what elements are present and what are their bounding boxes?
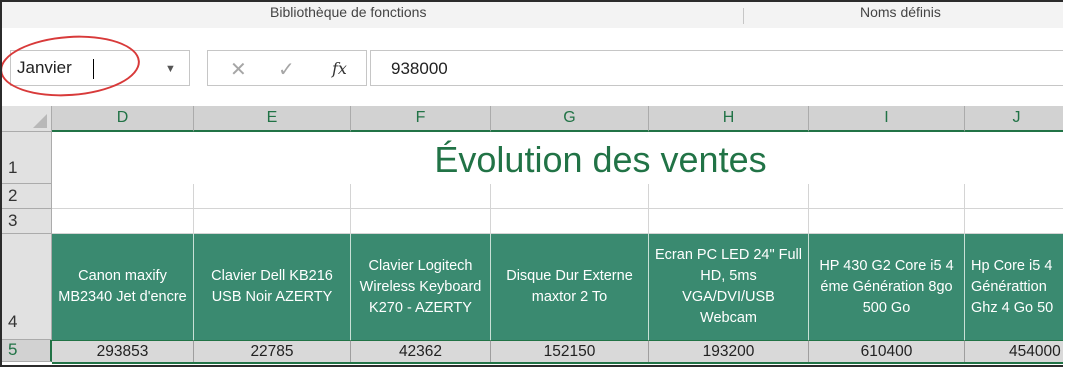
check-icon[interactable]: ✓ (278, 57, 295, 82)
header-cell-d4[interactable]: Canon maxify MB2340 Jet d'encre (52, 234, 194, 340)
value-cell-e5[interactable]: 22785 (194, 340, 351, 362)
header-label: HP 430 G2 Core i5 4 éme Génération 8go 5… (819, 257, 954, 316)
cell-i3[interactable] (809, 209, 965, 234)
column-header-g[interactable]: G (491, 106, 649, 132)
defined-names-group-label[interactable]: Noms définis (860, 4, 941, 20)
select-all-icon (33, 114, 47, 128)
header-cell-f4[interactable]: Clavier Logitech Wireless Keyboard K270 … (351, 234, 491, 340)
header-cell-e4[interactable]: Clavier Dell KB216 USB Noir AZERTY (194, 234, 351, 340)
header-cell-i4[interactable]: HP 430 G2 Core i5 4 éme Génération 8go 5… (809, 234, 965, 340)
column-header-h[interactable]: H (649, 106, 809, 132)
header-cell-h4[interactable]: Ecran PC LED 24" Full HD, 5ms VGA/DVI/US… (649, 234, 809, 340)
value-cell-i5[interactable]: 610400 (809, 340, 965, 362)
chevron-down-icon[interactable]: ▼ (165, 63, 176, 75)
cell-i2[interactable] (809, 184, 965, 209)
excel-window: Bibliothèque de fonctions Noms définis J… (0, 0, 1063, 367)
header-label: Ecran PC LED 24" Full HD, 5ms VGA/DVI/US… (655, 247, 802, 326)
select-all-corner[interactable] (2, 106, 52, 132)
name-box-value[interactable]: Janvier (17, 58, 72, 78)
cell-f2[interactable] (351, 184, 491, 209)
cell-h2[interactable] (649, 184, 809, 209)
header-label: Clavier Logitech Wireless Keyboard K270 … (359, 257, 482, 316)
header-label: Hp Core i5 4 Générattion Ghz 4 Go 50 (971, 257, 1054, 316)
cell-j3[interactable] (965, 209, 1063, 234)
cell-g2[interactable] (491, 184, 649, 209)
column-header-f[interactable]: F (351, 106, 491, 132)
value-cell-f5[interactable]: 42362 (351, 340, 491, 362)
ribbon-separator (743, 8, 744, 24)
name-box[interactable]: Janvier ▼ (10, 50, 190, 86)
function-library-group-label[interactable]: Bibliothèque de fonctions (270, 4, 426, 20)
cell-g3[interactable] (491, 209, 649, 234)
header-label: Disque Dur Externe maxtor 2 To (506, 268, 633, 305)
row-header-3[interactable]: 3 (2, 209, 52, 234)
row-header-5[interactable]: 5 (2, 340, 52, 362)
value-cell-g5[interactable]: 152150 (491, 340, 649, 362)
column-header-e[interactable]: E (194, 106, 351, 132)
value-cell-d5[interactable]: 293853 (52, 340, 194, 362)
value-cell-h5[interactable]: 193200 (649, 340, 809, 362)
column-header-j[interactable]: J (965, 106, 1063, 132)
header-cell-g4[interactable]: Disque Dur Externe maxtor 2 To (491, 234, 649, 340)
column-header-d[interactable]: D (52, 106, 194, 132)
cell-f3[interactable] (351, 209, 491, 234)
formula-value: 938000 (391, 59, 448, 78)
cell-h3[interactable] (649, 209, 809, 234)
formula-buttons: ✕ ✓ fx (207, 50, 367, 86)
row-header-4[interactable]: 4 (2, 234, 52, 340)
header-cell-j4[interactable]: Hp Core i5 4 Générattion Ghz 4 Go 50 (965, 234, 1063, 340)
value-cell-j5[interactable]: 454000 (965, 340, 1063, 362)
header-label: Canon maxify MB2340 Jet d'encre (58, 268, 187, 305)
text-caret (93, 59, 94, 79)
insert-function-icon[interactable]: fx (332, 59, 347, 78)
ribbon-group-labels: Bibliothèque de fonctions Noms définis (2, 2, 1063, 29)
cancel-icon[interactable]: ✕ (230, 57, 247, 82)
cell-j2[interactable] (965, 184, 1063, 209)
column-header-i[interactable]: I (809, 106, 965, 132)
cell-d2[interactable] (52, 184, 194, 209)
header-label: Clavier Dell KB216 USB Noir AZERTY (211, 268, 333, 305)
cell-d3[interactable] (52, 209, 194, 234)
row-header-2[interactable]: 2 (2, 184, 52, 209)
formula-input[interactable]: 938000 (370, 50, 1063, 86)
sheet-title[interactable]: Évolution des ventes (52, 132, 1063, 184)
selection-border (52, 362, 1063, 364)
cell-e3[interactable] (194, 209, 351, 234)
row-header-1[interactable]: 1 (2, 132, 52, 184)
cell-e2[interactable] (194, 184, 351, 209)
